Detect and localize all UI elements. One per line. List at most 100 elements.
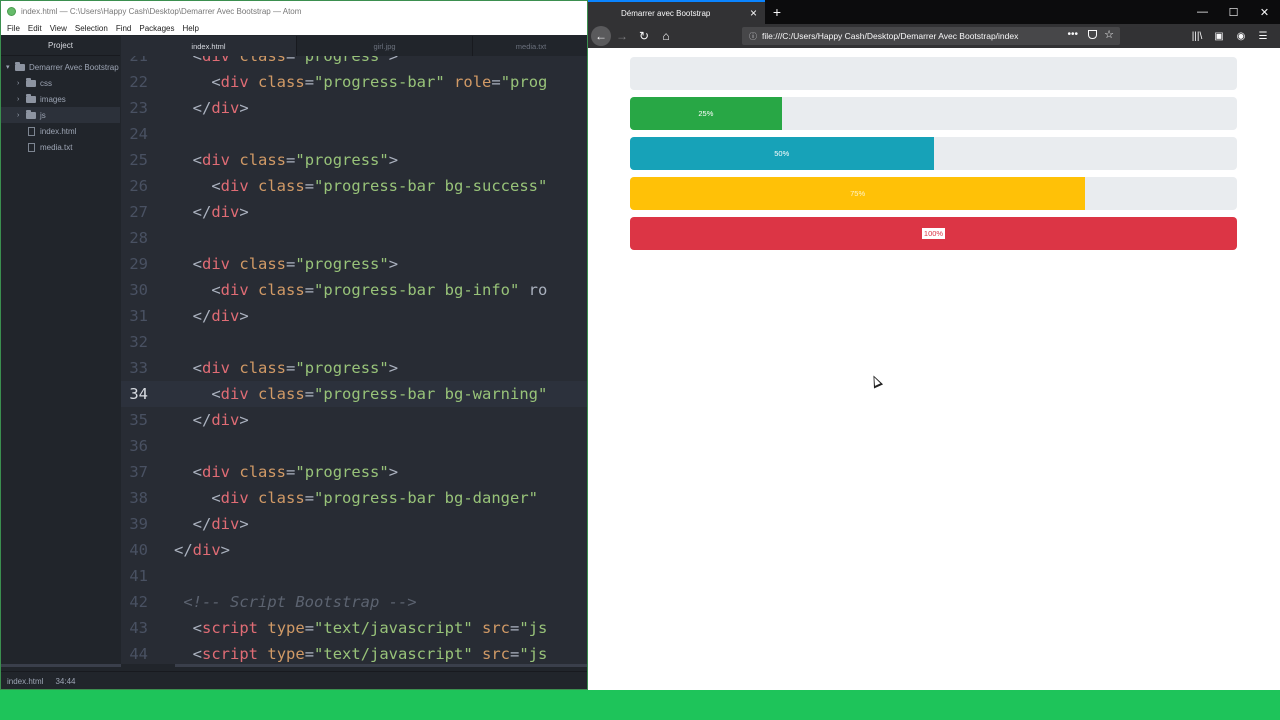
menu-help[interactable]: Help: [179, 24, 203, 33]
tree-file-media[interactable]: media.txt: [1, 139, 120, 155]
tree-root-folder[interactable]: ▾ Demarrer Avec Bootstrap: [1, 59, 120, 75]
browser-tab[interactable]: Démarrer avec Bootstrap ×: [588, 0, 765, 24]
menu-file[interactable]: File: [3, 24, 24, 33]
line-number: 27: [129, 203, 148, 221]
maximize-button[interactable]: ☐: [1218, 0, 1249, 24]
code-line[interactable]: 35 </div>: [121, 407, 587, 433]
code-area[interactable]: 21 <div class="progress"> 22 <div class="…: [121, 56, 587, 663]
atom-menu-bar: File Edit View Selection Find Packages H…: [1, 21, 587, 35]
tree-folder-label: images: [40, 94, 66, 104]
menu-find[interactable]: Find: [112, 24, 136, 33]
code-line[interactable]: 32: [121, 329, 587, 355]
code-line[interactable]: 38 <div class="progress-bar bg-danger": [121, 485, 587, 511]
new-tab-button[interactable]: +: [765, 0, 789, 24]
code-line[interactable]: 30 <div class="progress-bar bg-info" ro: [121, 277, 587, 303]
code-line[interactable]: 21 <div class="progress">: [121, 56, 587, 69]
line-number: 21: [129, 56, 148, 65]
close-window-button[interactable]: ✕: [1249, 0, 1280, 24]
sidebar-icon[interactable]: ▣: [1208, 31, 1230, 42]
code-line[interactable]: 22 <div class="progress-bar" role="prog: [121, 69, 587, 95]
menu-packages[interactable]: Packages: [135, 24, 178, 33]
code-line[interactable]: 25 <div class="progress">: [121, 147, 587, 173]
info-icon[interactable]: ⓘ: [746, 31, 760, 42]
menu-edit[interactable]: Edit: [24, 24, 46, 33]
status-cursor-position[interactable]: 34:44: [55, 677, 75, 686]
reload-icon[interactable]: ↻: [633, 25, 655, 47]
desktop-background: [0, 690, 1280, 720]
folder-icon: [26, 77, 36, 87]
pocket-icon[interactable]: [1088, 30, 1097, 39]
browser-tab-title: Démarrer avec Bootstrap: [621, 8, 711, 18]
line-number: 34: [129, 385, 148, 403]
code-line[interactable]: 34 <div class="progress-bar bg-warning": [121, 381, 587, 407]
page-actions-icon[interactable]: •••: [1067, 29, 1078, 40]
progress-label: 25%: [698, 109, 714, 118]
code-text: <div class="progress-bar bg-info" ro: [211, 281, 548, 299]
code-text: <div class="progress">: [192, 56, 399, 65]
code-line[interactable]: 37 <div class="progress">: [121, 459, 587, 485]
code-text: <div class="progress-bar bg-danger": [211, 489, 538, 507]
folder-icon: [26, 109, 36, 119]
code-text: </div>: [192, 99, 249, 117]
tree-scrollbar[interactable]: [1, 664, 121, 667]
chevron-right-icon: ›: [17, 79, 20, 87]
line-number: 30: [129, 281, 148, 299]
progress-bar: 25%: [630, 97, 782, 130]
library-icon[interactable]: |||\: [1186, 31, 1208, 42]
code-line[interactable]: 27 </div>: [121, 199, 587, 225]
code-line[interactable]: 29 <div class="progress">: [121, 251, 587, 277]
tab-index-html[interactable]: index.html: [121, 36, 297, 56]
status-bar: index.html 34:44: [1, 671, 587, 689]
code-line[interactable]: 33 <div class="progress">: [121, 355, 587, 381]
line-number: 43: [129, 619, 148, 637]
tab-media-txt[interactable]: media.txt: [473, 36, 587, 56]
hamburger-menu-icon[interactable]: ☰: [1252, 31, 1274, 42]
account-icon[interactable]: ◉: [1230, 31, 1252, 42]
status-file[interactable]: index.html: [7, 677, 43, 686]
file-icon: [28, 142, 35, 152]
code-line[interactable]: 31 </div>: [121, 303, 587, 329]
menu-view[interactable]: View: [46, 24, 71, 33]
close-tab-icon[interactable]: ×: [750, 6, 757, 20]
line-number: 35: [129, 411, 148, 429]
code-line[interactable]: 36: [121, 433, 587, 459]
tab-girl-jpg[interactable]: girl.jpg: [297, 36, 473, 56]
code-line[interactable]: 43 <script type="text/javascript" src="j…: [121, 615, 587, 641]
tree-file-index[interactable]: index.html: [1, 123, 120, 139]
code-line[interactable]: 41: [121, 563, 587, 589]
chevron-down-icon: ▾: [6, 64, 10, 71]
code-text: <script type="text/javascript" src="js: [192, 619, 548, 637]
tree-file-label: index.html: [40, 126, 77, 136]
code-editor: index.html girl.jpg media.txt 21 <div cl…: [121, 36, 587, 664]
editor-scrollbar[interactable]: [175, 664, 587, 667]
forward-arrow-icon[interactable]: →: [611, 25, 633, 47]
tree-folder-css[interactable]: › css: [1, 75, 120, 91]
line-number: 31: [129, 307, 148, 325]
bookmark-star-icon[interactable]: ☆: [1104, 28, 1114, 41]
web-page: 25% 50% 75% 100%: [588, 48, 1280, 690]
url-bar[interactable]: ⓘ file:///C:/Users/Happy Cash/Desktop/De…: [742, 27, 1120, 45]
code-line[interactable]: 42 <!-- Script Bootstrap -->: [121, 589, 587, 615]
line-number: 23: [129, 99, 148, 117]
tree-folder-images[interactable]: › images: [1, 91, 120, 107]
minimize-button[interactable]: —: [1187, 0, 1218, 24]
menu-selection[interactable]: Selection: [71, 24, 112, 33]
code-line[interactable]: 26 <div class="progress-bar bg-success": [121, 173, 587, 199]
tree-folder-js[interactable]: › js: [1, 107, 120, 123]
code-line[interactable]: 24: [121, 121, 587, 147]
back-arrow-icon[interactable]: ←: [591, 26, 611, 46]
code-line[interactable]: 40 </div>: [121, 537, 587, 563]
code-line[interactable]: 28: [121, 225, 587, 251]
progress-bar: 75%: [630, 177, 1086, 210]
progress-bar: 100%: [630, 217, 1237, 250]
progress-track: 100%: [630, 217, 1237, 250]
url-text[interactable]: file:///C:/Users/Happy Cash/Desktop/Dema…: [762, 31, 1052, 41]
code-text: <div class="progress-bar bg-success": [211, 177, 548, 195]
home-icon[interactable]: ⌂: [655, 25, 677, 47]
tree-header[interactable]: Project: [1, 36, 120, 56]
line-number: 32: [129, 333, 148, 351]
progress-track: 50%: [630, 137, 1237, 170]
code-line[interactable]: 23 </div>: [121, 95, 587, 121]
code-line[interactable]: 39 </div>: [121, 511, 587, 537]
code-line[interactable]: 44 <script type="text/javascript" src="j…: [121, 641, 587, 663]
